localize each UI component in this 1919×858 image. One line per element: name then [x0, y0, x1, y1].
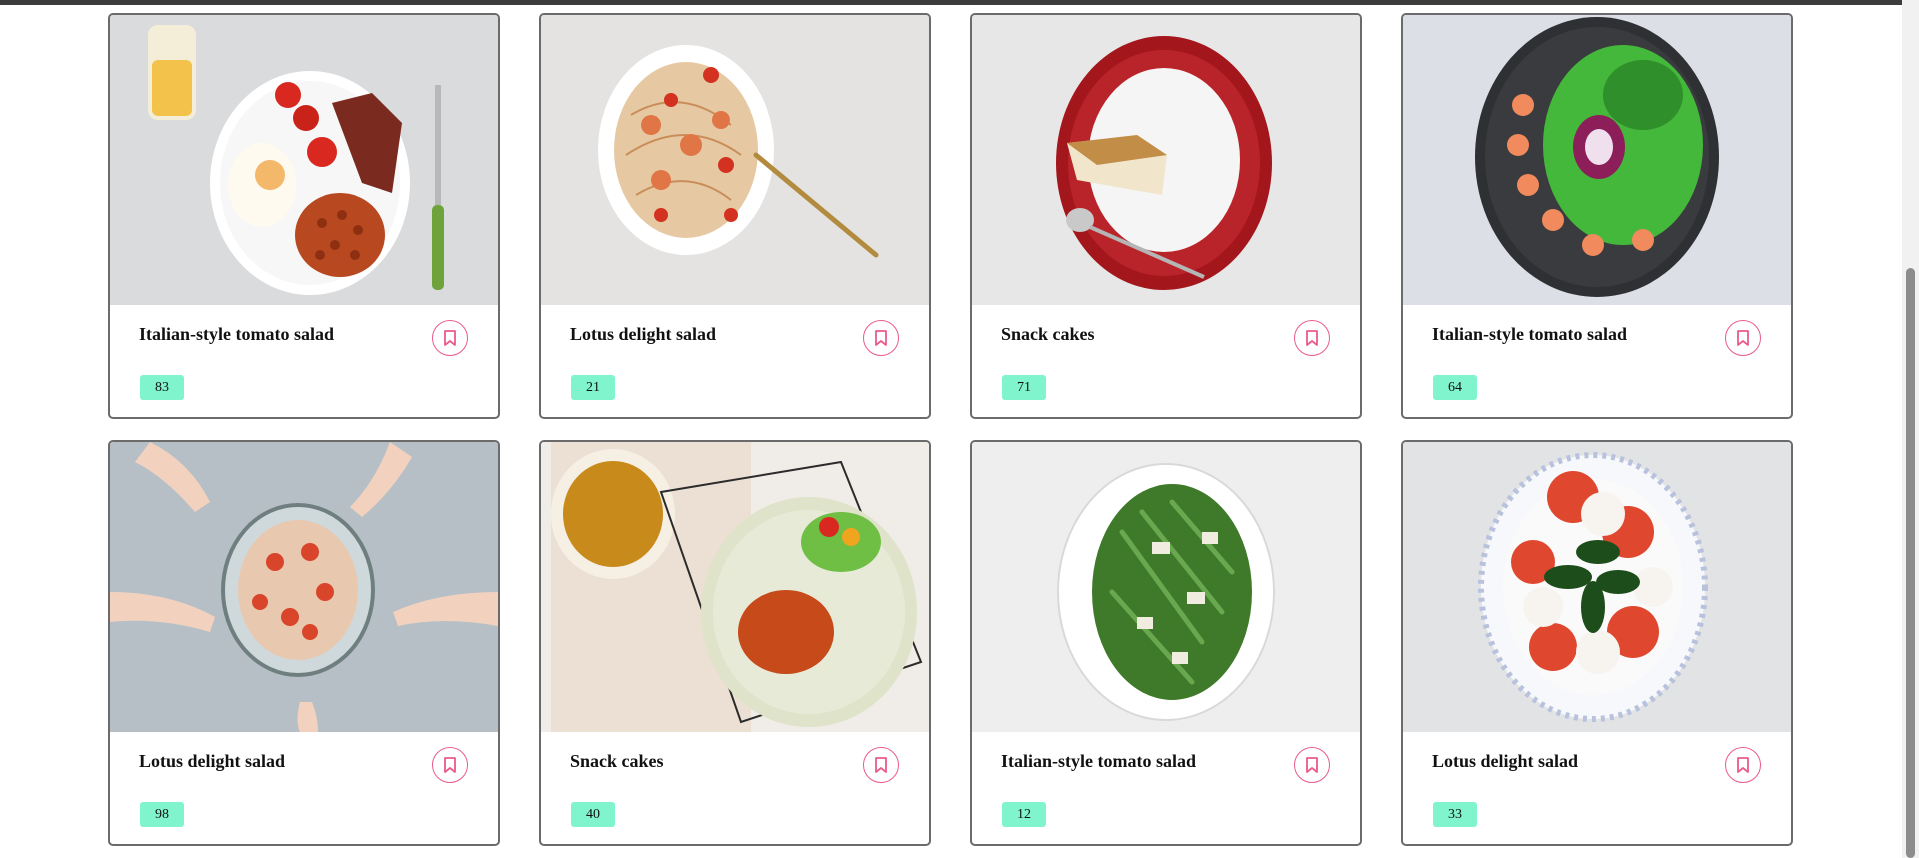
recipe-photo [1403, 442, 1791, 732]
recipe-count-badge: 64 [1433, 375, 1477, 400]
recipe-count-badge: 40 [571, 802, 615, 827]
recipe-count-badge: 33 [1433, 802, 1477, 827]
recipe-card[interactable]: Italian-style tomato salad 64 [1401, 13, 1793, 419]
bookmark-button[interactable] [1294, 320, 1330, 356]
recipe-title: Italian-style tomato salad [139, 324, 334, 344]
recipe-title: Snack cakes [570, 751, 664, 771]
bookmark-icon [1306, 757, 1318, 773]
recipe-title: Italian-style tomato salad [1001, 751, 1196, 771]
recipe-count-badge: 71 [1002, 375, 1046, 400]
recipe-grid: Italian-style tomato salad 83 Lotus deli… [108, 13, 1793, 846]
bookmark-icon [1306, 330, 1318, 346]
bookmark-icon [875, 330, 887, 346]
recipe-title: Lotus delight salad [139, 751, 286, 771]
bookmark-button[interactable] [432, 320, 468, 356]
browser-top-bar [0, 0, 1919, 5]
bookmark-button[interactable] [1725, 747, 1761, 783]
recipe-card[interactable]: Italian-style tomato salad 83 [108, 13, 500, 419]
recipe-card[interactable]: Lotus delight salad 21 [539, 13, 931, 419]
bookmark-icon [875, 757, 887, 773]
bookmark-icon [1737, 757, 1749, 773]
recipe-photo [541, 15, 929, 305]
scrollbar-thumb[interactable] [1906, 268, 1915, 858]
recipe-photo [1403, 15, 1791, 305]
bookmark-button[interactable] [863, 320, 899, 356]
recipe-title: Lotus delight salad [1432, 751, 1579, 771]
recipe-title: Lotus delight salad [570, 324, 717, 344]
recipe-card[interactable]: Italian-style tomato salad 12 [970, 440, 1362, 846]
bookmark-button[interactable] [432, 747, 468, 783]
bookmark-button[interactable] [1725, 320, 1761, 356]
bookmark-icon [444, 757, 456, 773]
recipe-photo [110, 442, 498, 732]
recipe-photo [972, 442, 1360, 732]
bookmark-icon [444, 330, 456, 346]
bookmark-button[interactable] [863, 747, 899, 783]
recipe-photo [972, 15, 1360, 305]
recipe-count-badge: 12 [1002, 802, 1046, 827]
recipe-photo [110, 15, 498, 305]
recipe-title: Snack cakes [1001, 324, 1095, 344]
recipe-card[interactable]: Lotus delight salad 98 [108, 440, 500, 846]
bookmark-icon [1737, 330, 1749, 346]
recipe-count-badge: 83 [140, 375, 184, 400]
recipe-card[interactable]: Snack cakes 71 [970, 13, 1362, 419]
bookmark-button[interactable] [1294, 747, 1330, 783]
recipe-title: Italian-style tomato salad [1432, 324, 1627, 344]
recipe-card[interactable]: Lotus delight salad 33 [1401, 440, 1793, 846]
recipe-count-badge: 98 [140, 802, 184, 827]
recipe-photo [541, 442, 929, 732]
recipe-card[interactable]: Snack cakes 40 [539, 440, 931, 846]
recipe-count-badge: 21 [571, 375, 615, 400]
